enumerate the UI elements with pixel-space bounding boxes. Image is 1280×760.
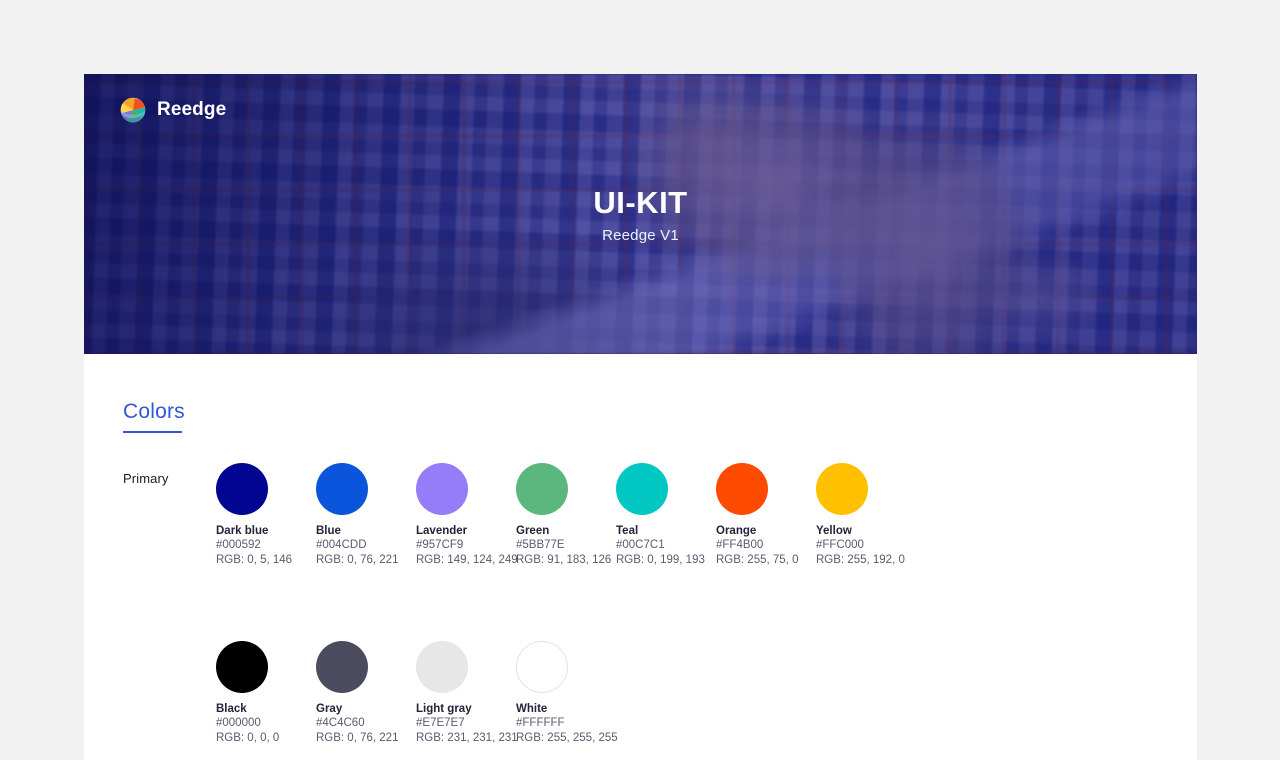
swatch-dot (316, 463, 368, 515)
color-swatch[interactable]: Orange #FF4B00 RGB: 255, 75, 0 (716, 463, 798, 566)
color-swatch[interactable]: White #FFFFFF RGB: 255, 255, 255 (516, 641, 618, 744)
swatch-row-primary-1: Dark blue #000592 RGB: 0, 5, 146 Blue #0… (216, 463, 1197, 566)
page-title: Colors (123, 400, 185, 423)
swatch-dot (616, 463, 668, 515)
swatch-rgb: RGB: 255, 255, 255 (516, 732, 618, 745)
color-swatch[interactable]: Gray #4C4C60 RGB: 0, 76, 221 (316, 641, 398, 744)
swatch-row-primary-2: Black #000000 RGB: 0, 0, 0 Gray #4C4C60 … (216, 641, 1197, 744)
swatch-dot (316, 641, 368, 693)
color-swatch[interactable]: Teal #00C7C1 RGB: 0, 199, 193 (616, 463, 705, 566)
hero-title: UI-KIT (593, 185, 688, 220)
swatch-meta: Yellow #FFC000 RGB: 255, 192, 0 (816, 524, 1006, 568)
color-swatch[interactable]: Dark blue #000592 RGB: 0, 5, 146 (216, 463, 292, 566)
brand-name-label: Reedge (157, 99, 227, 120)
color-swatch[interactable]: Yellow #FFC000 RGB: 255, 192, 0 (816, 463, 905, 566)
swatch-dot (816, 463, 868, 515)
swatch-dot (516, 641, 568, 693)
swatch-dot (516, 463, 568, 515)
color-swatch[interactable]: Green #5BB77E RGB: 91, 183, 126 (516, 463, 611, 566)
group-label-primary: Primary (123, 471, 169, 486)
color-swatch[interactable]: Black #000000 RGB: 0, 0, 0 (216, 641, 279, 744)
color-swatch[interactable]: Lavender #957CF9 RGB: 149, 124, 249 (416, 463, 518, 566)
swatch-dot (216, 641, 268, 693)
swatch-dot (416, 463, 468, 515)
color-swatch[interactable]: Blue #004CDD RGB: 0, 76, 221 (316, 463, 398, 566)
page-root: Reedge UI-KIT Reedge V1 Colors Primary D… (0, 0, 1280, 760)
hero-banner: Reedge UI-KIT Reedge V1 (84, 74, 1197, 354)
swatch-meta: White #FFFFFF RGB: 255, 255, 255 (516, 702, 706, 746)
color-group-primary: Primary Dark blue #000592 RGB: 0, 5, 146 (123, 463, 1197, 744)
swatch-name: White (516, 703, 548, 715)
swatch-dot (716, 463, 768, 515)
swatch-name: Yellow (816, 525, 852, 537)
colors-section-header: Colors (123, 400, 185, 433)
color-swatch[interactable]: Light gray #E7E7E7 RGB: 231, 231, 231 (416, 641, 518, 744)
content-body: Colors Primary Dark blue #000592 RGB: 0,… (84, 354, 1197, 760)
hero-text-block: UI-KIT Reedge V1 (84, 185, 1197, 245)
hero-subtitle: Reedge V1 (602, 227, 679, 245)
swatch-hex: #FFFFFF (516, 717, 565, 730)
swatch-hex: #FFC000 (816, 539, 864, 552)
brand-logo-lockup[interactable]: Reedge (119, 96, 226, 124)
swatch-rgb: RGB: 255, 192, 0 (816, 554, 905, 567)
section-underline (123, 431, 182, 433)
reedge-sphere-logo-icon (120, 97, 146, 123)
swatch-dot (416, 641, 468, 693)
ui-kit-content-card: Reedge UI-KIT Reedge V1 Colors Primary D… (84, 74, 1197, 760)
swatch-dot (216, 463, 268, 515)
